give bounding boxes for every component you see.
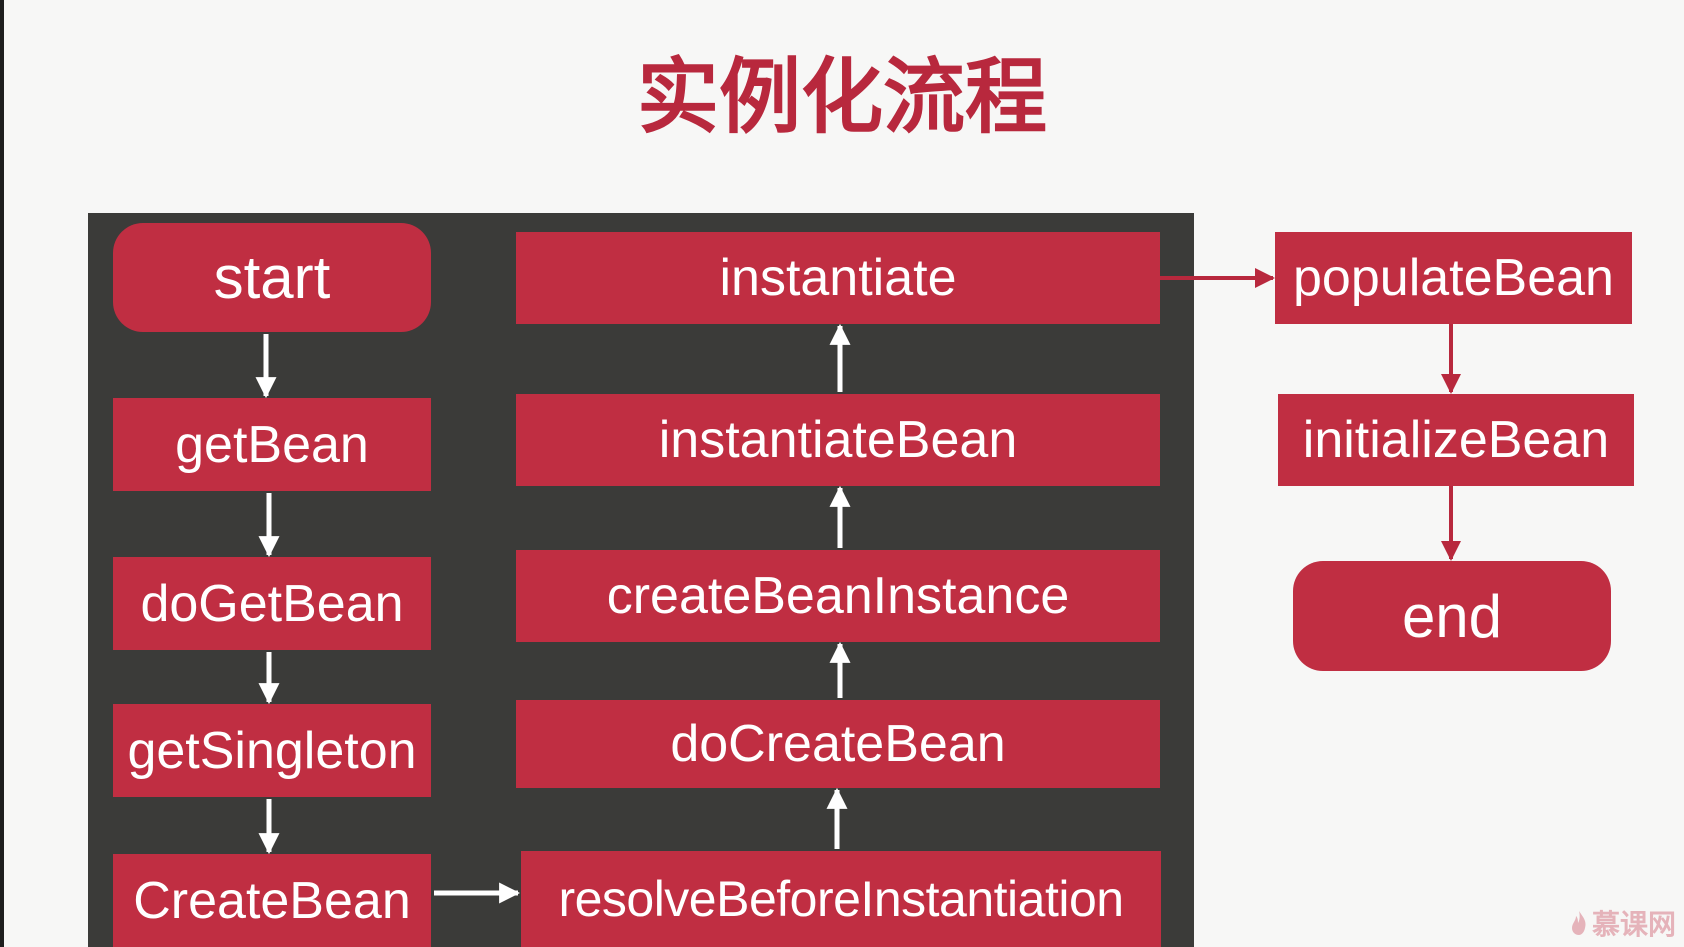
node-create-bean: CreateBean — [113, 854, 431, 947]
node-get-singleton: getSingleton — [113, 704, 431, 797]
watermark-text: 慕课网 — [1591, 908, 1676, 941]
node-start: start — [113, 223, 431, 332]
flame-logo-icon — [1571, 911, 1586, 935]
brand-watermark: 慕课网 — [1570, 903, 1676, 943]
node-create-bean-instance: createBeanInstance — [516, 550, 1160, 642]
node-instantiate-bean: instantiateBean — [516, 394, 1160, 486]
page-title: 实例化流程 — [636, 50, 1047, 145]
node-do-get-bean: doGetBean — [113, 557, 431, 650]
node-initialize-bean: initializeBean — [1278, 394, 1634, 486]
node-get-bean: getBean — [113, 398, 431, 491]
node-instantiate: instantiate — [516, 232, 1160, 324]
node-end: end — [1293, 561, 1611, 671]
node-do-create-bean: doCreateBean — [516, 700, 1160, 788]
node-populate-bean: populateBean — [1275, 232, 1632, 324]
node-resolve-before-instantiation: resolveBeforeInstantiation — [521, 851, 1161, 947]
